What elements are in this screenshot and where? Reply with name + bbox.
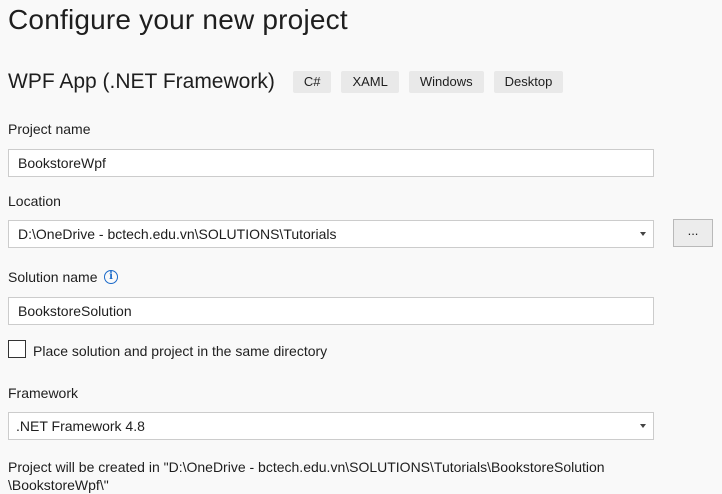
project-location-summary: Project will be created in "D:\OneDrive …	[8, 458, 605, 494]
browse-location-button[interactable]: ...	[673, 219, 713, 247]
page-title: Configure your new project	[8, 4, 348, 35]
tag-desktop: Desktop	[493, 71, 564, 93]
location-label: Location	[8, 193, 61, 209]
project-name-label: Project name	[8, 121, 91, 137]
solution-name-input[interactable]: BookstoreSolution	[8, 297, 654, 325]
tag-xaml: XAML	[341, 71, 399, 93]
chevron-down-icon[interactable]	[640, 424, 646, 428]
tag-windows: Windows	[408, 71, 484, 93]
chevron-down-icon[interactable]	[640, 232, 646, 236]
location-value: D:\OneDrive - bctech.edu.vn\SOLUTIONS\Tu…	[18, 226, 337, 242]
same-directory-label[interactable]: Place solution and project in the same d…	[33, 343, 327, 359]
location-combobox[interactable]: D:\OneDrive - bctech.edu.vn\SOLUTIONS\Tu…	[8, 220, 654, 248]
framework-value: .NET Framework 4.8	[16, 418, 145, 434]
template-header: WPF App (.NET Framework) C# XAML Windows…	[8, 68, 573, 96]
info-icon[interactable]: i	[104, 270, 118, 284]
summary-line-1: Project will be created in "D:\OneDrive …	[8, 459, 605, 475]
framework-combobox[interactable]: .NET Framework 4.8	[8, 412, 654, 440]
template-name: WPF App (.NET Framework)	[8, 70, 275, 93]
same-directory-checkbox[interactable]	[8, 340, 26, 358]
tag-csharp: C#	[292, 71, 332, 93]
project-name-input[interactable]: BookstoreWpf	[8, 149, 654, 177]
configure-project-dialog: Configure your new project WPF App (.NET…	[0, 0, 722, 494]
project-name-value: BookstoreWpf	[18, 155, 106, 171]
summary-line-2: \BookstoreWpf\"	[8, 477, 109, 493]
framework-label: Framework	[8, 385, 79, 401]
solution-name-label: Solution name	[8, 269, 98, 285]
solution-name-value: BookstoreSolution	[18, 303, 132, 319]
